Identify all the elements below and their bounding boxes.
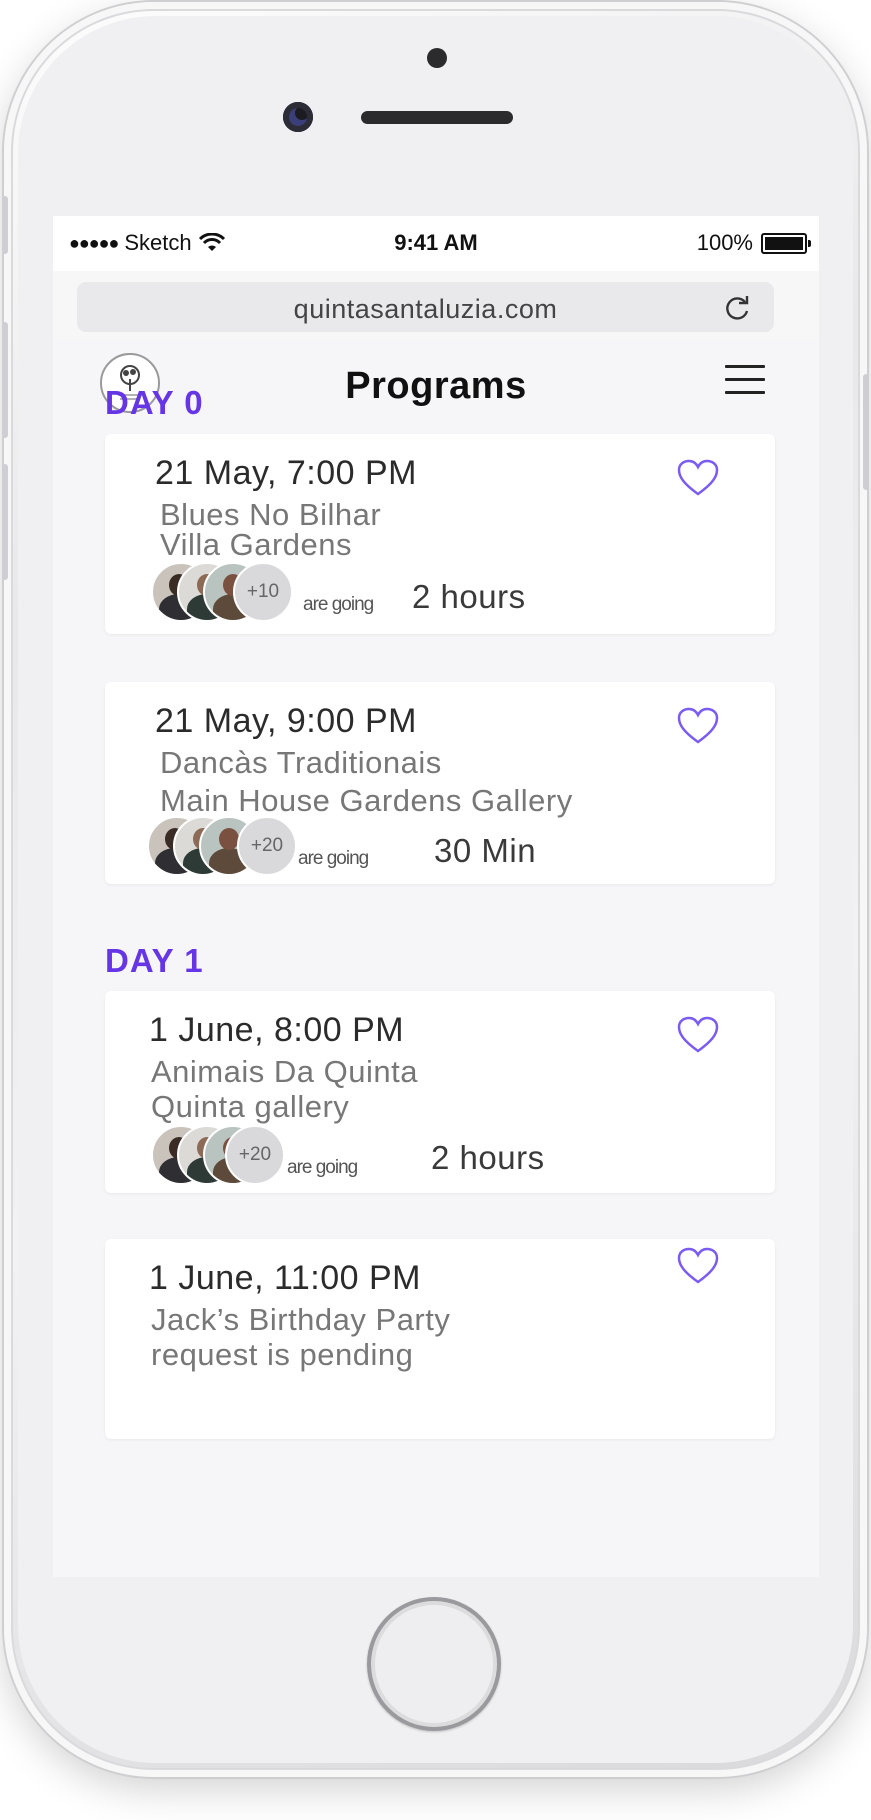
address-field[interactable]: quintasantaluzia.com (77, 282, 774, 332)
power-button (863, 374, 869, 490)
earpiece-speaker (361, 111, 513, 124)
attendee-avatars[interactable]: +20 (147, 816, 307, 876)
volume-up-button (2, 322, 8, 438)
going-label: are going (298, 848, 369, 869)
reload-icon[interactable] (722, 293, 752, 323)
going-label: are going (303, 594, 374, 615)
day-header: DAY 0 (105, 384, 204, 421)
mute-switch (2, 196, 8, 254)
attendee-count-badge: +20 (225, 1125, 285, 1185)
status-bar: ●●●●● Sketch 9:41 AM 100% (53, 216, 819, 271)
event-title: Animais Da Quinta (151, 1054, 418, 1089)
event-datetime: 21 May, 9:00 PM (155, 702, 417, 740)
proximity-sensor (427, 48, 447, 68)
event-location: Main House Gardens Gallery (160, 783, 573, 818)
event-title: Jack’s Birthday Party (151, 1302, 451, 1337)
browser-bar: quintasantaluzia.com (53, 271, 819, 339)
day-header: DAY 1 (105, 942, 204, 979)
battery-group: 100% (696, 230, 811, 256)
event-card[interactable]: 1 June, 8:00 PM Animais Da Quinta Quinta… (105, 991, 775, 1193)
home-button[interactable] (367, 1597, 501, 1731)
hamburger-menu-icon[interactable] (725, 365, 765, 395)
event-location: Villa Gardens (160, 527, 353, 562)
favorite-heart-icon[interactable] (677, 707, 719, 745)
event-datetime: 1 June, 8:00 PM (149, 1011, 405, 1049)
front-camera-icon (283, 102, 313, 132)
event-duration: 2 hours (431, 1139, 545, 1176)
event-location: Quinta gallery (151, 1089, 350, 1124)
event-duration: 30 Min (434, 832, 537, 869)
event-title: Dancàs Traditionais (160, 745, 442, 780)
screen: ●●●●● Sketch 9:41 AM 100% quintasantaluz… (53, 216, 819, 1577)
attendee-count-badge: +10 (233, 562, 293, 622)
battery-percent: 100% (696, 230, 753, 255)
attendee-count-badge: +20 (237, 816, 297, 876)
event-status: request is pending (151, 1337, 414, 1372)
favorite-heart-icon[interactable] (677, 1247, 719, 1285)
url-text: quintasantaluzia.com (293, 294, 558, 324)
favorite-heart-icon[interactable] (677, 459, 719, 497)
event-datetime: 1 June, 11:00 PM (149, 1259, 421, 1297)
event-card[interactable]: 21 May, 9:00 PM Dancàs Traditionais Main… (105, 682, 775, 884)
attendee-avatars[interactable]: +10 (151, 562, 311, 622)
battery-icon (761, 232, 811, 254)
event-datetime: 21 May, 7:00 PM (155, 454, 417, 492)
going-label: are going (287, 1157, 358, 1178)
event-card[interactable]: 1 June, 11:00 PM Jack’s Birthday Party r… (105, 1239, 775, 1439)
volume-down-button (2, 464, 8, 580)
event-duration: 2 hours (412, 578, 526, 615)
favorite-heart-icon[interactable] (677, 1016, 719, 1054)
event-card[interactable]: 21 May, 7:00 PM Blues No Bilhar Villa Ga… (105, 434, 775, 634)
